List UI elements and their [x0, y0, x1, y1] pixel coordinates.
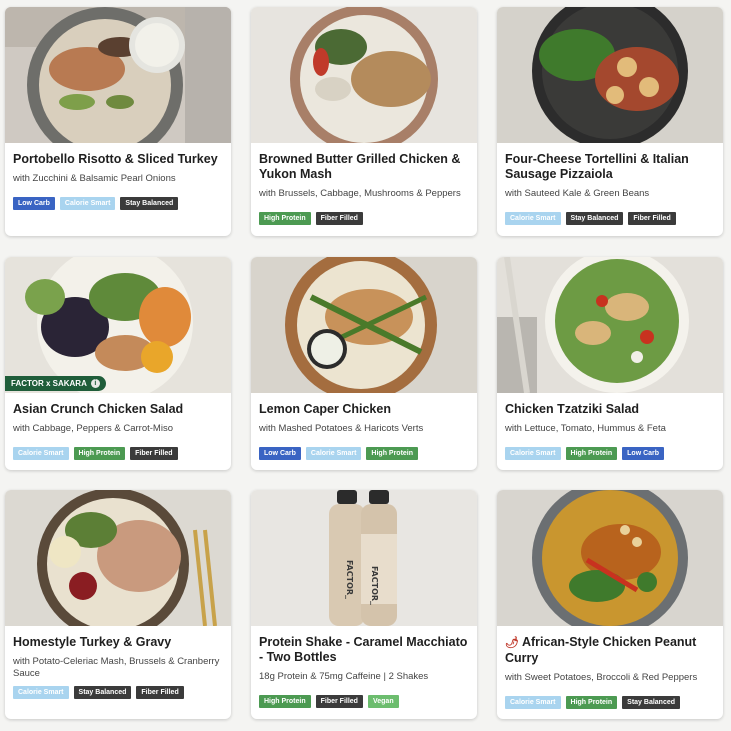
badge-stay-balanced: Stay Balanced — [120, 197, 179, 210]
meal-subtitle: with Brussels, Cabbage, Mushrooms & Pepp… — [259, 188, 461, 199]
meal-title[interactable]: Chicken Tzatziki Salad — [505, 402, 715, 417]
meal-subtitle: with Zucchini & Balsamic Pearl Onions — [13, 173, 176, 184]
meal-card[interactable]: Lemon Caper Chicken with Mashed Potatoes… — [251, 257, 477, 470]
badge-calorie-smart: Calorie Smart — [59, 197, 116, 210]
meal-image[interactable] — [251, 257, 477, 393]
meal-card[interactable]: Browned Butter Grilled Chicken & Yukon M… — [251, 7, 477, 236]
bottle-label: FACTOR_ — [345, 560, 354, 599]
meal-image[interactable]: FACTOR x SAKARA i — [5, 257, 231, 393]
badge-fiber-filled: Fiber Filled — [315, 212, 363, 225]
meal-title-text: African-Style Chicken Peanut Curry — [505, 635, 697, 665]
partner-tag-label: FACTOR x SAKARA — [11, 379, 87, 388]
meal-image[interactable] — [497, 490, 723, 626]
meal-title[interactable]: Asian Crunch Chicken Salad — [13, 402, 223, 417]
meal-title[interactable]: Browned Butter Grilled Chicken & Yukon M… — [259, 152, 469, 182]
badge-row: Calorie Smart Stay Balanced Fiber Filled — [13, 686, 223, 699]
meal-title[interactable]: Protein Shake - Caramel Macchiato - Two … — [259, 635, 469, 665]
meal-image[interactable] — [5, 490, 231, 626]
meal-subtitle: with Sauteed Kale & Green Beans — [505, 188, 650, 199]
badge-stay-balanced: Stay Balanced — [73, 686, 132, 699]
badge-fiber-filled: Fiber Filled — [628, 212, 676, 225]
meal-card[interactable]: Four-Cheese Tortellini & Italian Sausage… — [497, 7, 723, 236]
meal-image[interactable] — [5, 7, 231, 143]
meal-subtitle: with Potato-Celeriac Mash, Brussels & Cr… — [13, 656, 220, 679]
badge-high-protein: High Protein — [565, 447, 618, 460]
meal-card[interactable]: Portobello Risotto & Sliced Turkey with … — [5, 7, 231, 236]
info-icon[interactable]: i — [90, 379, 100, 388]
badge-fiber-filled: Fiber Filled — [130, 447, 178, 460]
meal-title[interactable]: 🌶 African-Style Chicken Peanut Curry — [505, 635, 715, 666]
badge-calorie-smart: Calorie Smart — [13, 447, 69, 460]
meal-subtitle: with Lettuce, Tomato, Hummus & Feta — [505, 423, 666, 434]
badge-row: Low Carb Calorie Smart Stay Balanced — [13, 197, 223, 210]
badge-high-protein: High Protein — [366, 447, 419, 460]
badge-calorie-smart: Calorie Smart — [505, 447, 561, 460]
meal-card[interactable]: FACTOR x SAKARA i Asian Crunch Chicken S… — [5, 257, 231, 470]
badge-row: Calorie Smart High Protein Low Carb — [505, 447, 715, 460]
meal-subtitle: with Mashed Potatoes & Haricots Verts — [259, 423, 424, 434]
badge-stay-balanced: Stay Balanced — [565, 212, 624, 225]
meal-subtitle: 18g Protein & 75mg Caffeine | 2 Shakes — [259, 671, 429, 682]
badge-row: Low Carb Calorie Smart High Protein — [259, 447, 469, 460]
badge-high-protein: High Protein — [259, 695, 311, 708]
chili-pepper-icon: 🌶 — [505, 637, 519, 649]
meal-card[interactable]: 🌶 African-Style Chicken Peanut Curry wit… — [497, 490, 723, 719]
meal-card[interactable]: Homestyle Turkey & Gravy with Potato-Cel… — [5, 490, 231, 719]
meal-image[interactable] — [497, 7, 723, 143]
badge-high-protein: High Protein — [73, 447, 126, 460]
badge-row: Calorie Smart High Protein Fiber Filled — [13, 447, 223, 460]
badge-calorie-smart: Calorie Smart — [13, 686, 69, 699]
badge-calorie-smart: Calorie Smart — [305, 447, 362, 460]
badge-row: High Protein Fiber Filled — [259, 212, 469, 225]
badge-row: High Protein Fiber Filled Vegan — [259, 695, 469, 708]
badge-low-carb: Low Carb — [622, 447, 665, 460]
badge-high-protein: High Protein — [259, 212, 311, 225]
badge-high-protein: High Protein — [565, 696, 618, 709]
badge-fiber-filled: Fiber Filled — [136, 686, 184, 699]
meal-image[interactable] — [497, 257, 723, 393]
badge-stay-balanced: Stay Balanced — [622, 696, 681, 709]
meal-title[interactable]: Four-Cheese Tortellini & Italian Sausage… — [505, 152, 715, 182]
meal-image[interactable] — [251, 7, 477, 143]
meal-subtitle: with Sweet Potatoes, Broccoli & Red Pepp… — [505, 672, 698, 683]
meal-title[interactable]: Portobello Risotto & Sliced Turkey — [13, 152, 223, 167]
badge-row: Calorie Smart High Protein Stay Balanced — [505, 696, 715, 709]
partner-tag[interactable]: FACTOR x SAKARA i — [5, 376, 106, 391]
meal-title[interactable]: Homestyle Turkey & Gravy — [13, 635, 223, 650]
meal-title[interactable]: Lemon Caper Chicken — [259, 402, 469, 417]
meal-card[interactable]: FACTOR_ FACTOR_ Protein Shake - Caramel … — [251, 490, 477, 719]
badge-vegan: Vegan — [367, 695, 399, 708]
badge-calorie-smart: Calorie Smart — [505, 212, 561, 225]
badge-fiber-filled: Fiber Filled — [315, 695, 363, 708]
badge-row: Calorie Smart Stay Balanced Fiber Filled — [505, 212, 715, 225]
badge-low-carb: Low Carb — [13, 197, 55, 210]
meal-subtitle: with Cabbage, Peppers & Carrot-Miso — [13, 423, 173, 434]
meal-card[interactable]: Chicken Tzatziki Salad with Lettuce, Tom… — [497, 257, 723, 470]
badge-calorie-smart: Calorie Smart — [505, 696, 561, 709]
badge-low-carb: Low Carb — [259, 447, 301, 460]
meal-image[interactable]: FACTOR_ FACTOR_ — [251, 490, 477, 626]
bottle-label: FACTOR_ — [370, 566, 379, 605]
